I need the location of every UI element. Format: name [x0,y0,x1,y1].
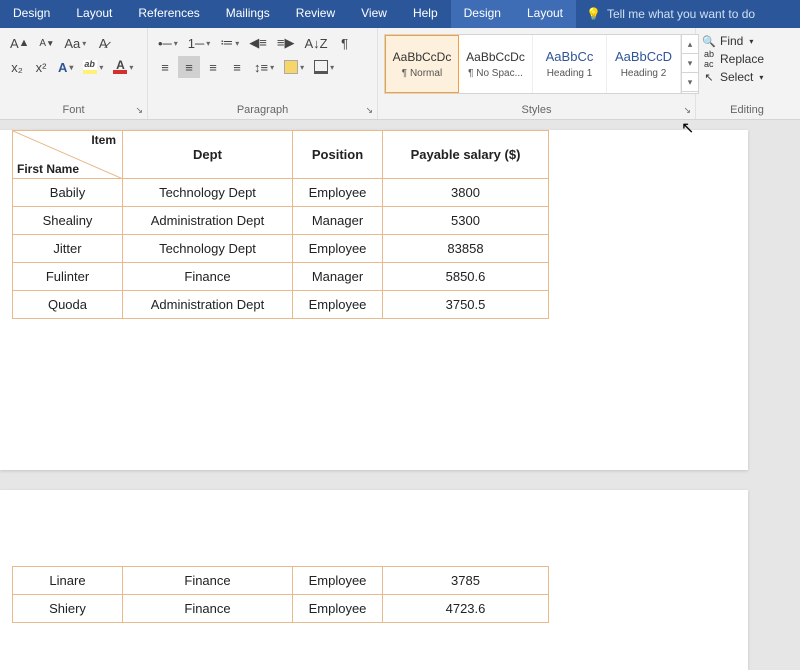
grow-font-button[interactable]: A▲ [6,32,33,54]
select-button[interactable]: ↖ Select ▾ [698,68,767,86]
style-normal[interactable]: AaBbCcDc ¶ Normal [385,35,459,93]
tab-references[interactable]: References [125,0,212,28]
chevron-down-icon: ▾ [749,37,753,46]
shading-button[interactable] [280,56,308,78]
font-dialog-launcher[interactable]: ↘ [135,103,143,117]
tell-me-box[interactable]: 💡 [576,0,800,28]
sort-button[interactable]: A↓Z [300,32,331,54]
numbering-button[interactable]: 1─ [184,32,214,54]
group-styles: AaBbCcDc ¶ Normal AaBbCcDc ¶ No Spac... … [378,28,696,119]
table-row[interactable]: ShealinyAdministration DeptManager5300 [13,207,549,235]
multilevel-list-button[interactable]: ≔ [216,32,243,54]
find-button[interactable]: 🔍 Find ▾ [698,32,757,50]
tell-me-input[interactable] [607,7,800,21]
tab-table-design[interactable]: Design [451,0,514,28]
group-font: A▲ A▼ Aa A̷ x₂ x² A A Font↘ [0,28,148,119]
tab-view[interactable]: View [348,0,400,28]
table-row[interactable]: BabilyTechnology DeptEmployee3800 [13,179,549,207]
tab-review[interactable]: Review [283,0,348,28]
group-label-editing: Editing [696,101,798,119]
line-spacing-button[interactable]: ↕≡ [250,56,278,78]
payroll-table-2[interactable]: LinareFinanceEmployee3785 ShieryFinanceE… [12,566,549,623]
align-left-button[interactable]: ≡ [154,56,176,78]
shrink-font-button[interactable]: A▼ [35,32,58,54]
header-dept[interactable]: Dept [123,131,293,179]
borders-button[interactable] [310,56,338,78]
show-hide-button[interactable]: ¶ [334,32,356,54]
table-row[interactable]: ShieryFinanceEmployee4723.6 [13,595,549,623]
paragraph-dialog-launcher[interactable]: ↘ [365,103,373,117]
lightbulb-icon: 💡 [586,7,601,21]
font-color-button[interactable]: A [109,56,137,78]
styles-dialog-launcher[interactable]: ↘ [683,103,691,117]
group-editing: 🔍 Find ▾ abac Replace ↖ Select ▾ Editing [696,28,798,119]
header-salary[interactable]: Payable salary ($) [383,131,549,179]
table-row[interactable]: QuodaAdministration DeptEmployee3750.5 [13,291,549,319]
bullets-button[interactable]: •─ [154,32,182,54]
tab-table-layout[interactable]: Layout [514,0,576,28]
cursor-icon: ↖ [702,70,716,84]
change-case-button[interactable]: Aa [60,32,90,54]
tab-layout[interactable]: Layout [63,0,125,28]
tab-help[interactable]: Help [400,0,451,28]
document-page-2[interactable]: LinareFinanceEmployee3785 ShieryFinanceE… [0,490,748,670]
superscript-button[interactable]: x² [30,56,52,78]
table-row[interactable]: LinareFinanceEmployee3785 [13,567,549,595]
clear-formatting-button[interactable]: A̷ [92,32,114,54]
diag-header-top: Item [91,133,116,147]
replace-button[interactable]: abac Replace [698,50,768,68]
group-label-paragraph: Paragraph↘ [148,101,377,119]
diagonal-header-cell[interactable]: Item First Name [13,131,123,179]
style-heading-1[interactable]: AaBbCc Heading 1 [533,35,607,93]
search-icon: 🔍 [702,34,716,48]
justify-button[interactable]: ≡ [226,56,248,78]
table-row[interactable]: FulinterFinanceManager5850.6 [13,263,549,291]
tab-design[interactable]: Design [0,0,63,28]
document-page-1[interactable]: Item First Name Dept Position Payable sa… [0,130,748,470]
replace-icon: abac [702,52,716,66]
ribbon: A▲ A▼ Aa A̷ x₂ x² A A Font↘ •─ [0,28,800,120]
subscript-button[interactable]: x₂ [6,56,28,78]
decrease-indent-button[interactable]: ◀≡ [245,32,271,54]
highlight-button[interactable] [79,56,107,78]
table-row[interactable]: JitterTechnology DeptEmployee83858 [13,235,549,263]
chevron-down-icon: ▾ [759,73,763,82]
payroll-table-1[interactable]: Item First Name Dept Position Payable sa… [12,130,549,319]
increase-indent-button[interactable]: ≡▶ [273,32,299,54]
tab-mailings[interactable]: Mailings [213,0,283,28]
header-position[interactable]: Position [293,131,383,179]
group-label-styles: Styles↘ [378,101,695,119]
group-label-font: Font↘ [0,101,147,119]
group-paragraph: •─ 1─ ≔ ◀≡ ≡▶ A↓Z ¶ ≡ ≡ ≡ ≡ ↕≡ [148,28,378,119]
styles-gallery: AaBbCcDc ¶ Normal AaBbCcDc ¶ No Spac... … [384,34,699,94]
ribbon-tabs: Design Layout References Mailings Review… [0,0,800,28]
align-right-button[interactable]: ≡ [202,56,224,78]
style-no-spacing[interactable]: AaBbCcDc ¶ No Spac... [459,35,533,93]
text-effects-button[interactable]: A [54,56,77,78]
diag-header-bottom: First Name [17,162,79,176]
style-heading-2[interactable]: AaBbCcD Heading 2 [607,35,681,93]
align-center-button[interactable]: ≡ [178,56,200,78]
